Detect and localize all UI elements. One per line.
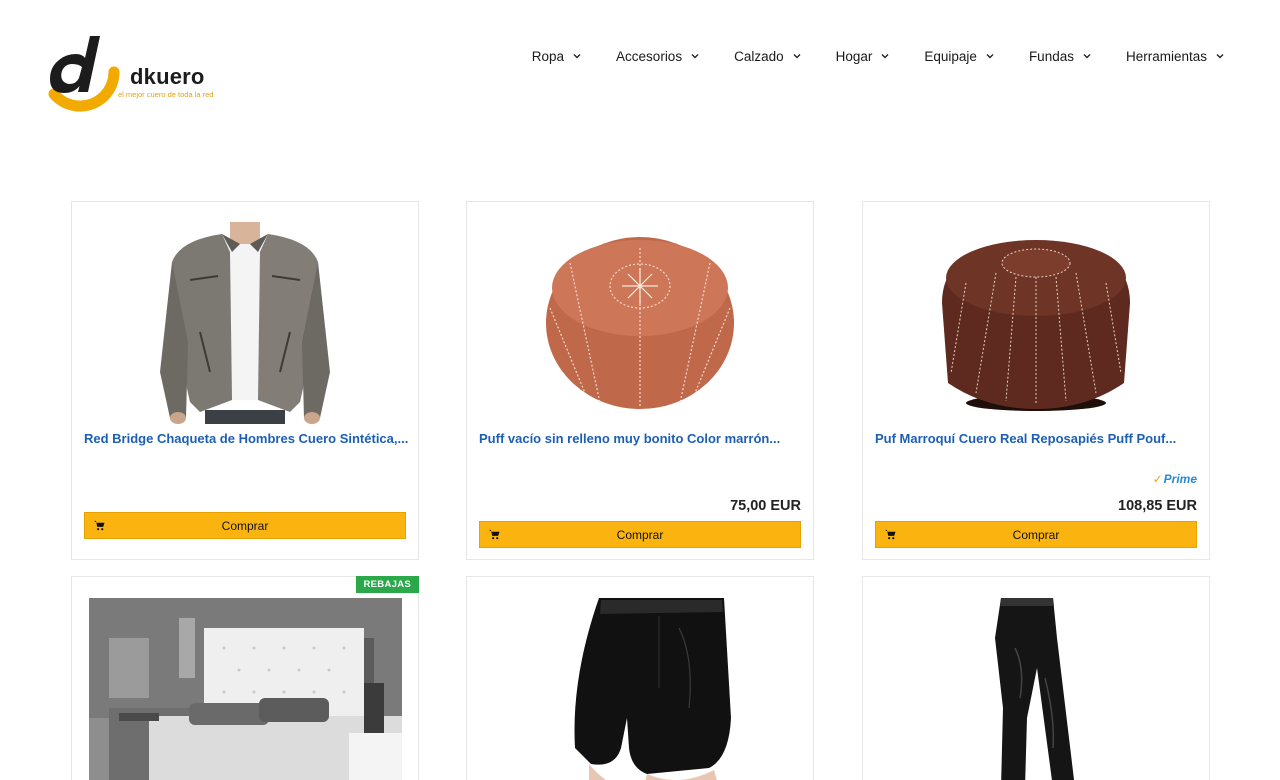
site-header: dkuero el mejor cuero de toda la red Rop…: [0, 0, 1280, 130]
nav-item-label: Fundas: [1028, 48, 1074, 64]
main-nav: Ropa Accesorios Calzado Hogar Equipaje F…: [532, 46, 1225, 66]
chevron-down-icon: [1216, 54, 1224, 59]
product-card: REBAJAS: [71, 576, 419, 780]
leather-shorts-image[interactable]: [479, 598, 801, 780]
buy-button[interactable]: Comprar: [479, 521, 801, 548]
product-card: Puf Marroquí Cuero Real Reposapiés Puff …: [862, 201, 1210, 560]
nav-item-hogar[interactable]: Hogar: [836, 46, 891, 66]
leather-pants-image[interactable]: [875, 598, 1197, 780]
check-icon: ✓: [1152, 472, 1163, 486]
brand-tagline: el mejor cuero de toda la red: [118, 90, 214, 99]
product-title[interactable]: Red Bridge Chaqueta de Hombres Cuero Sin…: [84, 431, 408, 446]
nav-item-equipaje[interactable]: Equipaje: [924, 46, 995, 66]
site-logo[interactable]: dkuero el mejor cuero de toda la red: [36, 34, 236, 114]
logo-mark-icon: [48, 36, 120, 112]
chevron-down-icon: [1083, 54, 1091, 59]
nav-item-calzado[interactable]: Calzado: [734, 46, 802, 66]
buy-button-label: Comprar: [616, 527, 664, 542]
buy-button-label: Comprar: [1012, 527, 1060, 542]
leather-jacket-image[interactable]: [84, 222, 406, 424]
leather-pouf-tan-image[interactable]: [479, 222, 801, 424]
product-card: Puff vacío sin relleno muy bonito Color …: [466, 201, 814, 560]
nav-item-fundas[interactable]: Fundas: [1029, 46, 1092, 66]
chevron-down-icon: [986, 54, 994, 59]
chevron-down-icon: [573, 54, 581, 59]
brand-name: dkuero: [130, 64, 205, 89]
nav-item-label: Herramientas: [1125, 48, 1207, 64]
nav-item-accesorios[interactable]: Accesorios: [616, 46, 700, 66]
product-price: 108,85 EUR: [1118, 498, 1197, 514]
product-card: [862, 576, 1210, 780]
leather-headboard-bedroom-image[interactable]: [89, 598, 402, 780]
nav-item-ropa[interactable]: Ropa: [532, 46, 582, 66]
product-price: 75,00 EUR: [730, 498, 801, 514]
nav-item-label: Calzado: [734, 48, 784, 64]
product-title[interactable]: Puf Marroquí Cuero Real Reposapiés Puff …: [875, 431, 1199, 446]
nav-item-label: Ropa: [531, 48, 565, 64]
leather-pouf-brown-image[interactable]: [875, 222, 1197, 424]
nav-item-label: Accesorios: [616, 48, 683, 64]
buy-button[interactable]: Comprar: [84, 512, 406, 539]
nav-item-label: Hogar: [835, 48, 873, 64]
product-card: Red Bridge Chaqueta de Hombres Cuero Sin…: [71, 201, 419, 560]
prime-label: Prime: [1163, 472, 1197, 486]
shopping-cart-icon: [885, 529, 896, 540]
nav-item-herramientas[interactable]: Herramientas: [1126, 46, 1225, 66]
product-title[interactable]: Puff vacío sin relleno muy bonito Color …: [479, 431, 803, 446]
chevron-down-icon: [881, 54, 889, 59]
nav-item-label: Equipaje: [924, 48, 977, 64]
chevron-down-icon: [793, 54, 801, 59]
product-card: [466, 576, 814, 780]
shopping-cart-icon: [94, 520, 105, 531]
buy-button[interactable]: Comprar: [875, 521, 1197, 548]
sale-badge: REBAJAS: [355, 576, 419, 593]
chevron-down-icon: [691, 54, 699, 59]
shopping-cart-icon: [489, 529, 500, 540]
prime-badge: ✓Prime: [1153, 472, 1197, 486]
buy-button-label: Comprar: [221, 518, 269, 533]
